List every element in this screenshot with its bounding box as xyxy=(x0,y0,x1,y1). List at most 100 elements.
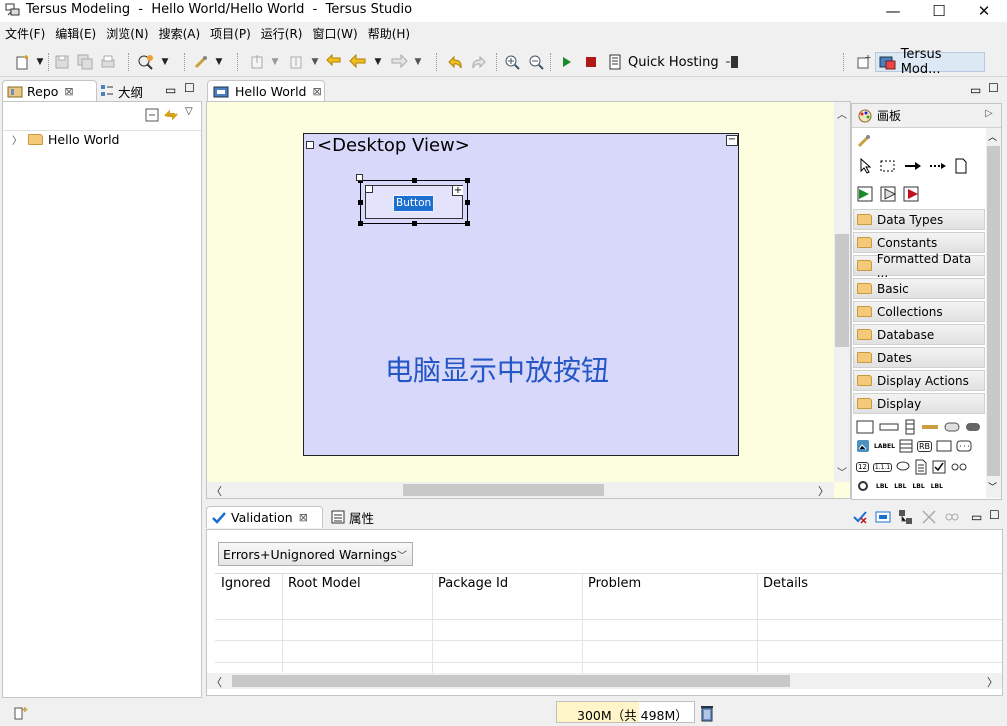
validate-icon[interactable] xyxy=(852,509,868,525)
scroll-left-icon[interactable]: 〈 xyxy=(211,674,222,690)
collapse-icon[interactable]: − xyxy=(726,135,738,146)
tab-repo[interactable]: Repo ⊠ xyxy=(2,80,97,102)
run-icon[interactable] xyxy=(557,52,575,72)
palette-scrollbar[interactable]: ︿ ﹀ xyxy=(986,128,1001,498)
scroll-thumb[interactable] xyxy=(987,146,1000,476)
label-widget[interactable]: LBL xyxy=(876,483,888,490)
new-icon[interactable] xyxy=(14,52,32,72)
view-menu-icon[interactable]: ▽ xyxy=(185,106,193,117)
version-widget[interactable]: 1.1.1 xyxy=(872,462,893,472)
label-widget[interactable]: LBL xyxy=(912,483,924,490)
resize-handle[interactable] xyxy=(465,200,470,205)
zoom-in-icon[interactable] xyxy=(503,52,521,72)
document-widget-icon[interactable] xyxy=(914,459,928,475)
tooltip-widget-icon[interactable] xyxy=(896,460,910,474)
minimize-editor-icon[interactable]: ▭ xyxy=(970,83,981,97)
menu-file[interactable]: 文件(F) xyxy=(0,24,50,44)
palette-drawer-database[interactable]: Database xyxy=(853,324,985,345)
tab-validation[interactable]: Validation ⊠ xyxy=(206,506,323,528)
scroll-right-icon[interactable]: 〉 xyxy=(987,674,998,690)
menu-run[interactable]: 运行(R) xyxy=(256,24,308,44)
import-dropdown-icon[interactable]: ▼ xyxy=(270,52,280,72)
palette-header[interactable]: 画板 ▷ xyxy=(852,104,1001,128)
tree-item-hello-world[interactable]: 〉 Hello World xyxy=(12,132,119,147)
wand-icon[interactable] xyxy=(192,52,210,72)
label-widget[interactable]: LBL xyxy=(894,483,906,490)
container-handle-icon[interactable] xyxy=(306,141,314,149)
scroll-right-icon[interactable]: 〉 xyxy=(818,483,829,499)
menu-help[interactable]: 帮助(H) xyxy=(363,24,415,44)
minimize-button[interactable]: — xyxy=(870,0,916,22)
validation-filter-select[interactable]: Errors+Unignored Warnings ﹀ xyxy=(218,542,413,566)
label-widget[interactable]: LBL xyxy=(931,483,943,490)
menu-edit[interactable]: 编辑(E) xyxy=(50,24,101,44)
minimize-view-icon[interactable]: ▭ xyxy=(165,83,176,97)
ignored-icon[interactable] xyxy=(944,509,960,525)
start-icon[interactable] xyxy=(857,186,874,202)
trash-icon[interactable] xyxy=(699,704,715,725)
desktop-view-container[interactable]: <Desktop View> − + Button xyxy=(303,133,739,456)
scroll-up-icon[interactable]: ︿ xyxy=(837,106,847,121)
close-icon[interactable]: ⊠ xyxy=(64,85,73,98)
menu-widget-icon[interactable] xyxy=(956,439,972,453)
save-icon[interactable] xyxy=(53,52,71,72)
wand-dropdown-icon[interactable]: ▼ xyxy=(214,52,224,72)
tab-hello-world[interactable]: Hello World ⊠ xyxy=(207,80,325,102)
forward-icon[interactable] xyxy=(390,52,408,72)
scroll-up-icon[interactable]: ︿ xyxy=(988,130,997,143)
maximize-view-icon[interactable]: ☐ xyxy=(184,81,195,95)
note-icon[interactable] xyxy=(954,158,968,174)
move-handle[interactable] xyxy=(356,174,363,181)
button-element-selection[interactable]: + Button xyxy=(356,174,470,226)
minimize-panel-icon[interactable]: ▭ xyxy=(971,510,982,524)
tree-view-icon[interactable] xyxy=(898,509,914,525)
toolbar-widget-icon[interactable] xyxy=(921,422,939,432)
diagram-canvas[interactable]: <Desktop View> − + Button 电脑显示中放按钮 ︿ ﹀ 〈 xyxy=(206,101,851,499)
toggle-icon[interactable] xyxy=(944,421,960,433)
label-widget[interactable]: LABEL xyxy=(874,443,895,450)
canvas-horizontal-scrollbar[interactable]: 〈 〉 xyxy=(207,482,834,498)
search-dropdown-icon[interactable]: ▼ xyxy=(160,52,170,72)
flow-arrow-icon[interactable] xyxy=(904,158,922,174)
pill-button-icon[interactable] xyxy=(965,421,981,433)
maximize-button[interactable]: ☐ xyxy=(916,0,962,22)
stop-icon[interactable] xyxy=(582,52,600,72)
wand-icon[interactable] xyxy=(856,133,872,152)
ignore-icon[interactable] xyxy=(921,509,937,525)
close-icon[interactable]: ⊠ xyxy=(299,511,308,524)
column-header-package-id[interactable]: Package Id xyxy=(438,576,508,591)
filter-icon[interactable] xyxy=(875,509,891,525)
expand-plus-icon[interactable]: + xyxy=(452,186,463,196)
forward-dropdown-icon[interactable]: ▼ xyxy=(413,52,423,72)
button-element[interactable]: + Button xyxy=(365,185,463,219)
hosting-icon[interactable] xyxy=(606,52,624,72)
resize-handle[interactable] xyxy=(465,178,470,183)
expand-icon[interactable]: 〉 xyxy=(12,132,22,147)
error-exit-icon[interactable] xyxy=(903,186,920,202)
export-icon[interactable] xyxy=(287,52,305,72)
palette-collapse-icon[interactable]: ▷ xyxy=(985,108,993,119)
resize-handle[interactable] xyxy=(465,221,470,226)
export-dropdown-icon[interactable]: ▼ xyxy=(310,52,320,72)
text-field-icon[interactable] xyxy=(879,420,899,434)
zoom-out-icon[interactable] xyxy=(527,52,545,72)
save-all-icon[interactable] xyxy=(76,52,94,72)
device-icon[interactable] xyxy=(724,52,742,72)
resize-handle[interactable] xyxy=(358,200,363,205)
palette-drawer-display-actions[interactable]: Display Actions xyxy=(853,370,985,391)
marquee-icon[interactable] xyxy=(879,158,897,174)
menu-project[interactable]: 项目(P) xyxy=(205,24,256,44)
table-widget-icon[interactable] xyxy=(899,439,913,453)
frame-widget-icon[interactable] xyxy=(936,439,952,453)
palette-drawer-basic[interactable]: Basic xyxy=(853,278,985,299)
radio-group-icon[interactable] xyxy=(950,461,968,473)
scroll-down-icon[interactable]: ﹀ xyxy=(988,480,997,493)
open-perspective-icon[interactable] xyxy=(855,52,873,72)
new-dropdown-icon[interactable]: ▼ xyxy=(35,52,45,72)
scroll-thumb[interactable] xyxy=(403,484,604,496)
palette-drawer-display[interactable]: Display xyxy=(853,393,985,414)
fast-view-icon[interactable] xyxy=(13,705,29,724)
select-arrow-icon[interactable] xyxy=(858,158,872,174)
maximize-panel-icon[interactable]: ☐ xyxy=(989,508,1000,522)
search-tool-icon[interactable] xyxy=(136,52,156,72)
